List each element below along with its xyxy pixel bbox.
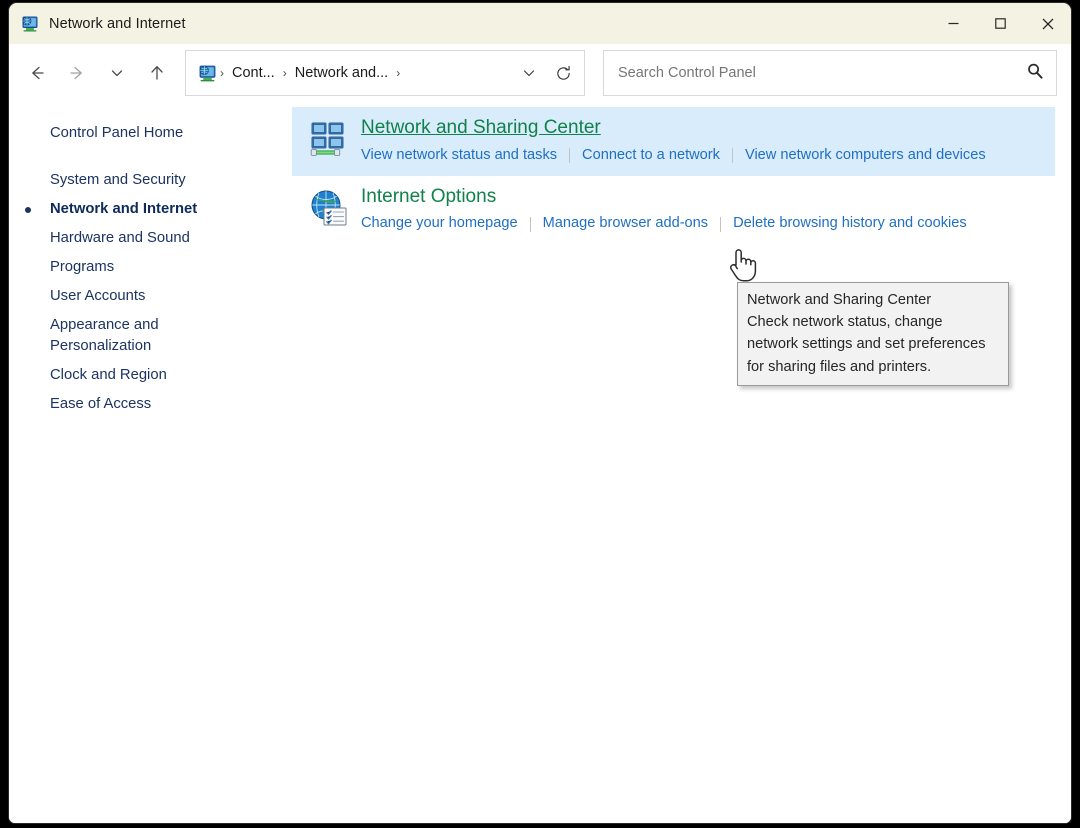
up-button[interactable] — [137, 54, 177, 92]
tooltip: Network and Sharing Center Check network… — [737, 282, 1009, 386]
content-area: Control Panel Home System and Security N… — [9, 102, 1071, 823]
address-bar[interactable]: › Cont... › Network and... › — [185, 50, 585, 96]
category-links: Change your homepage Manage browser add-… — [361, 213, 1055, 235]
back-button[interactable] — [17, 54, 57, 92]
forward-button[interactable] — [57, 54, 97, 92]
link-connect-to-a-network[interactable]: Connect to a network — [582, 145, 720, 167]
link-change-your-homepage[interactable]: Change your homepage — [361, 213, 518, 235]
sidebar-item-label: Control Panel Home — [50, 123, 183, 144]
search-input[interactable] — [618, 65, 1026, 81]
breadcrumb-separator-0: › — [217, 66, 227, 80]
tooltip-line-3: for sharing files and printers. — [747, 356, 999, 378]
current-item-bullet-icon — [25, 207, 31, 213]
link-separator — [720, 217, 721, 232]
tooltip-line-2: network settings and set preferences — [747, 333, 999, 355]
sidebar-item-label: System and Security — [50, 170, 186, 191]
window-controls — [930, 3, 1071, 44]
sidebar: Control Panel Home System and Security N… — [9, 102, 292, 823]
sidebar-item-label: Hardware and Sound — [50, 228, 190, 249]
link-view-network-status-and-tasks[interactable]: View network status and tasks — [361, 145, 557, 167]
search-icon[interactable] — [1026, 62, 1044, 85]
recent-locations-chevron-icon[interactable] — [97, 54, 137, 92]
hand-pointer-cursor-icon — [725, 245, 759, 287]
maximize-button[interactable] — [977, 3, 1024, 44]
sidebar-item-label: Ease of Access — [50, 394, 151, 415]
category-list: Network and Sharing Center View network … — [292, 102, 1071, 823]
navigation-toolbar: › Cont... › Network and... › — [9, 44, 1071, 102]
window-title: Network and Internet — [49, 16, 186, 32]
link-delete-browsing-history-and-cookies[interactable]: Delete browsing history and cookies — [733, 213, 967, 235]
category-network-and-sharing-center[interactable]: Network and Sharing Center View network … — [292, 107, 1055, 176]
sidebar-item-network-and-internet[interactable]: Network and Internet — [9, 195, 292, 224]
tooltip-line-1: Check network status, change — [747, 311, 999, 333]
title-bar: Network and Internet — [9, 3, 1071, 44]
sidebar-item-clock-and-region[interactable]: Clock and Region — [9, 361, 292, 390]
link-separator — [569, 148, 570, 163]
category-links: View network status and tasks Connect to… — [361, 145, 1055, 167]
breadcrumb-network-and-internet[interactable]: Network and... — [290, 61, 394, 85]
control-panel-window: Network and Internet — [8, 2, 1072, 824]
sidebar-item-system-and-security[interactable]: System and Security — [9, 166, 292, 195]
refresh-icon[interactable] — [546, 55, 580, 91]
search-box[interactable] — [603, 50, 1057, 96]
minimize-button[interactable] — [930, 3, 977, 44]
category-body: Internet Options Change your homepage Ma… — [352, 185, 1055, 236]
internet-options-icon — [306, 185, 352, 236]
sidebar-item-label: Programs — [50, 257, 114, 278]
sidebar-item-label: Network and Internet — [50, 199, 197, 220]
network-internet-icon — [21, 15, 39, 33]
category-title-link[interactable]: Internet Options — [361, 185, 496, 209]
sidebar-item-control-panel-home[interactable]: Control Panel Home — [9, 119, 292, 148]
address-bar-icon — [198, 64, 217, 83]
link-separator — [530, 217, 531, 232]
sidebar-item-label: Appearance and Personalization — [50, 315, 200, 357]
category-title-link[interactable]: Network and Sharing Center — [361, 116, 601, 140]
sidebar-item-label: Clock and Region — [50, 365, 167, 386]
link-view-network-computers-and-devices[interactable]: View network computers and devices — [745, 145, 986, 167]
sidebar-item-label: User Accounts — [50, 286, 145, 307]
sidebar-item-user-accounts[interactable]: User Accounts — [9, 282, 292, 311]
sidebar-item-appearance-and-personalization[interactable]: Appearance and Personalization — [9, 311, 292, 361]
breadcrumb-separator-1: › — [280, 66, 290, 80]
link-separator — [732, 148, 733, 163]
category-internet-options[interactable]: Internet Options Change your homepage Ma… — [292, 176, 1055, 245]
breadcrumb-control-panel[interactable]: Cont... — [227, 61, 280, 85]
link-manage-browser-add-ons[interactable]: Manage browser add-ons — [543, 213, 709, 235]
network-sharing-icon — [306, 116, 352, 167]
breadcrumb-separator-2: › — [393, 66, 403, 80]
sidebar-item-programs[interactable]: Programs — [9, 253, 292, 282]
sidebar-item-hardware-and-sound[interactable]: Hardware and Sound — [9, 224, 292, 253]
close-button[interactable] — [1024, 3, 1071, 44]
address-dropdown-chevron-icon[interactable] — [512, 55, 546, 91]
sidebar-item-ease-of-access[interactable]: Ease of Access — [9, 390, 292, 419]
tooltip-title: Network and Sharing Center — [747, 289, 999, 311]
category-body: Network and Sharing Center View network … — [352, 116, 1055, 167]
